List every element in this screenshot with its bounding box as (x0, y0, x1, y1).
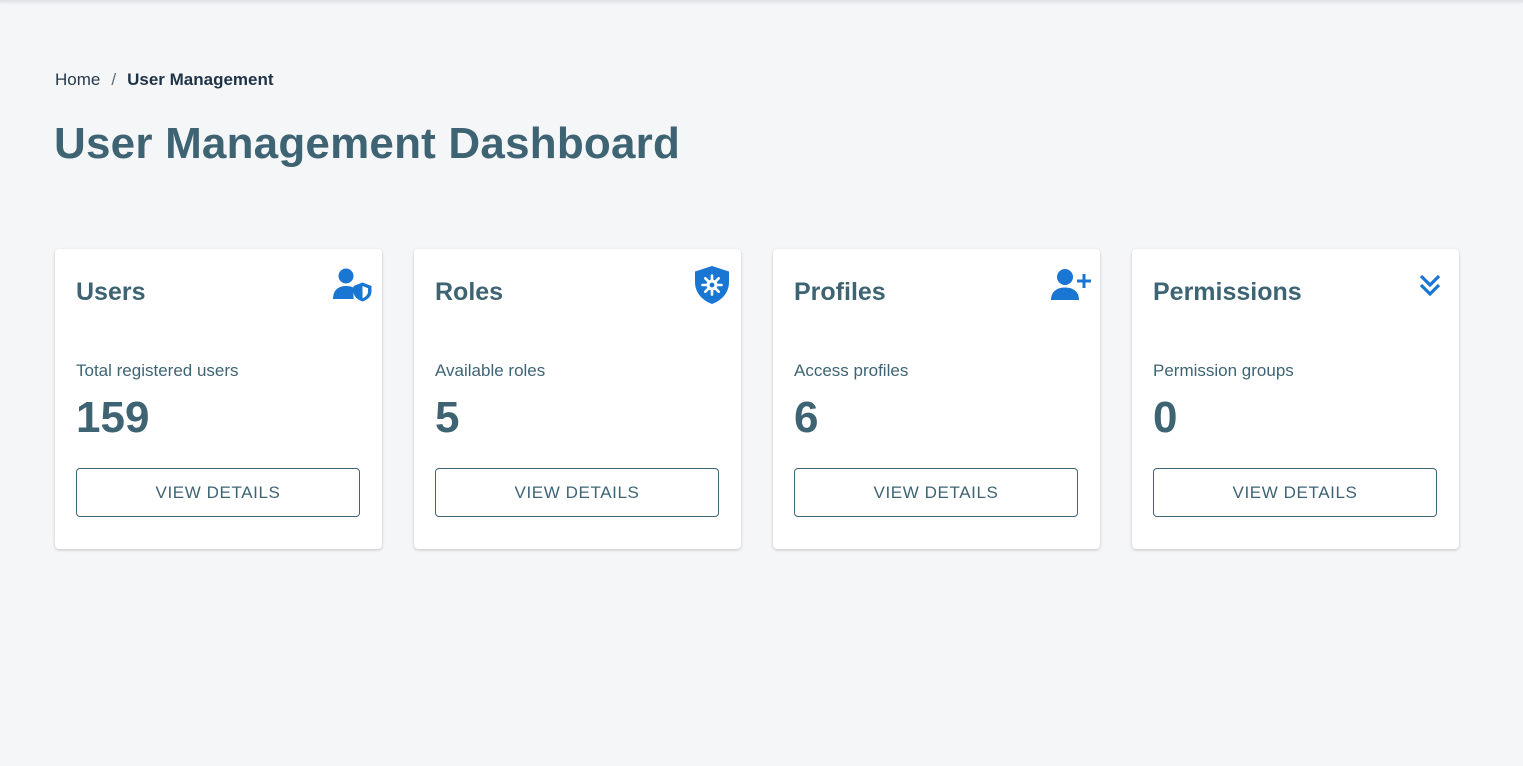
users-card: Users Total registered users 159 VIEW DE… (55, 249, 382, 549)
card-title: Roles (435, 278, 504, 306)
permissions-view-details-button[interactable]: VIEW DETAILS (1153, 468, 1437, 517)
card-subtitle: Total registered users (76, 361, 239, 380)
breadcrumb: Home / User Management (55, 69, 274, 91)
breadcrumb-home-link[interactable]: Home (55, 69, 100, 91)
profiles-card: Profiles Access profiles 6 VIEW DETAILS (773, 249, 1100, 549)
card-value: 159 (76, 393, 150, 442)
profiles-view-details-button[interactable]: VIEW DETAILS (794, 468, 1078, 517)
card-subtitle: Permission groups (1153, 361, 1294, 380)
roles-card: Roles Available roles 5 VIEW DETAILS (414, 249, 741, 549)
card-value: 6 (794, 393, 819, 442)
card-subtitle: Available roles (435, 361, 546, 380)
breadcrumb-current: User Management (127, 70, 274, 89)
card-title: Users (76, 278, 146, 306)
shield-gear-icon (692, 265, 732, 305)
top-edge-divider (0, 0, 1523, 2)
summary-cards: Users Total registered users 159 VIEW DE… (55, 249, 1459, 549)
card-subtitle: Access profiles (794, 361, 909, 380)
card-value: 0 (1153, 393, 1178, 442)
person-add-icon (1051, 265, 1091, 305)
card-title: Permissions (1153, 278, 1302, 306)
double-chevron-down-icon (1410, 265, 1450, 305)
page-title: User Management Dashboard (54, 119, 681, 168)
users-view-details-button[interactable]: VIEW DETAILS (76, 468, 360, 517)
card-value: 5 (435, 393, 460, 442)
roles-view-details-button[interactable]: VIEW DETAILS (435, 468, 719, 517)
permissions-card: Permissions Permission groups 0 VIEW DET… (1132, 249, 1459, 549)
card-title: Profiles (794, 278, 886, 306)
breadcrumb-separator: / (111, 70, 117, 89)
user-shield-icon (333, 265, 373, 305)
